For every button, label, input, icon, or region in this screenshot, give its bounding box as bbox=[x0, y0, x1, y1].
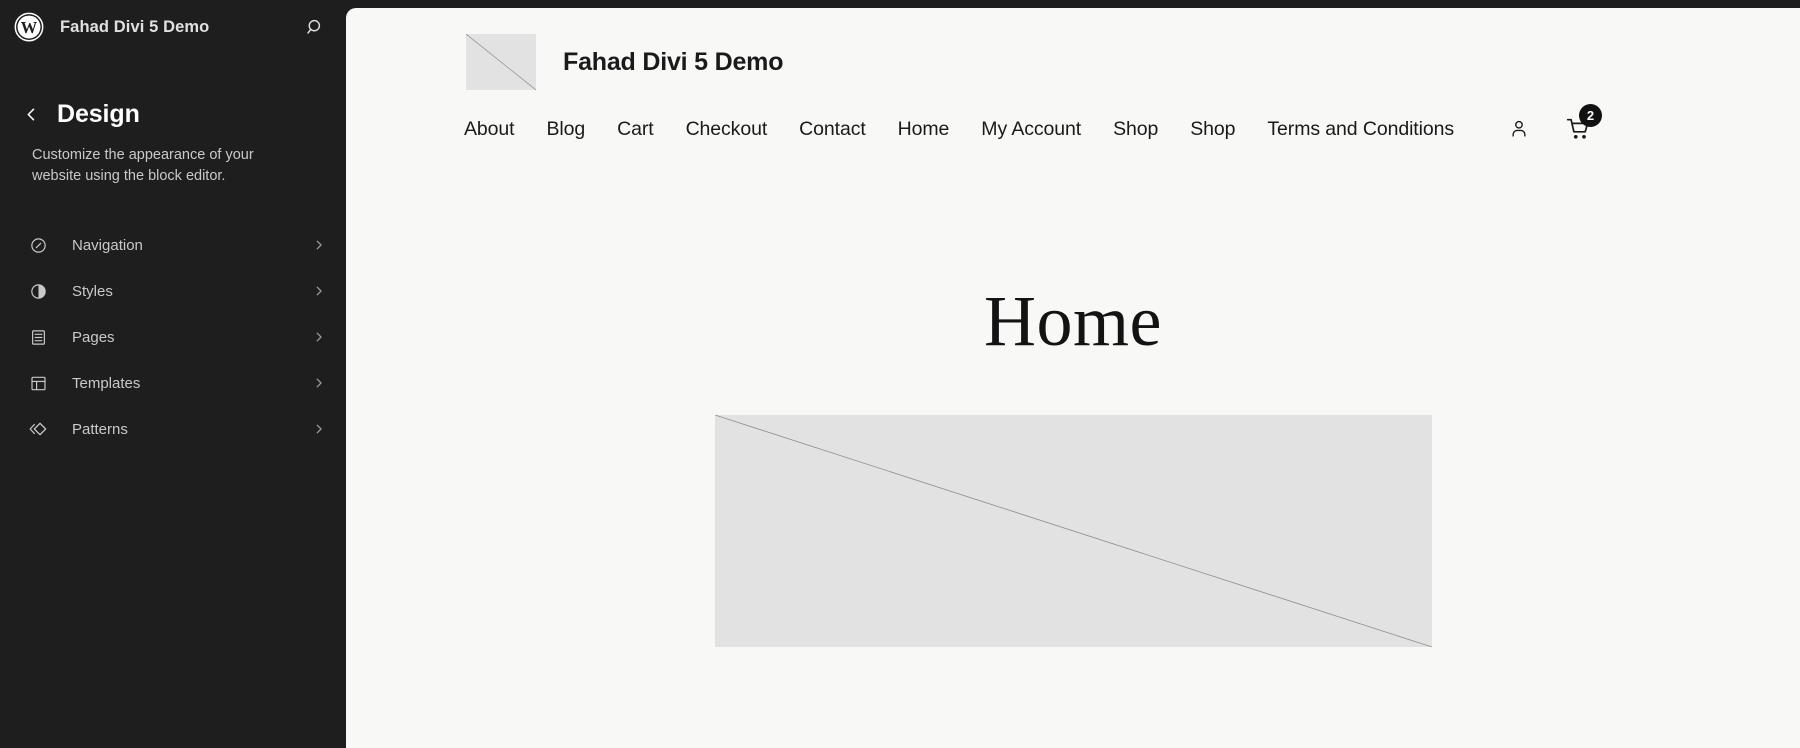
site-primary-menu: About Blog Cart Checkout Contact Home My… bbox=[464, 118, 1470, 141]
search-icon[interactable] bbox=[300, 12, 330, 42]
page-title: Design bbox=[57, 100, 140, 128]
chevron-left-icon[interactable] bbox=[18, 102, 44, 128]
chevron-right-icon bbox=[312, 281, 332, 301]
sidebar-item-navigation[interactable]: Navigation bbox=[26, 222, 332, 268]
menu-item-shop[interactable]: Shop bbox=[1097, 118, 1174, 141]
app-root: W Fahad Divi 5 Demo Design Customize the… bbox=[0, 0, 1800, 748]
menu-item-terms-and-conditions[interactable]: Terms and Conditions bbox=[1251, 118, 1470, 141]
sidebar-item-patterns[interactable]: Patterns bbox=[26, 406, 332, 452]
contrast-half-circle-icon bbox=[26, 279, 50, 303]
design-panel-header: Design bbox=[0, 54, 346, 129]
site-nav-row: About Blog Cart Checkout Contact Home My… bbox=[346, 90, 1800, 142]
sidebar-item-label: Styles bbox=[72, 282, 113, 300]
sidebar-item-templates[interactable]: Templates bbox=[26, 360, 332, 406]
preview-canvas-wrapper: Fahad Divi 5 Demo About Blog Cart Checko… bbox=[346, 0, 1800, 748]
wordpress-logo-icon[interactable]: W bbox=[14, 12, 44, 42]
cart-count-badge: 2 bbox=[1579, 104, 1602, 127]
sidebar-item-label: Patterns bbox=[72, 420, 128, 438]
design-panel-description: Customize the appearance of your website… bbox=[32, 147, 254, 184]
menu-item-home[interactable]: Home bbox=[882, 118, 966, 141]
brand-row: Fahad Divi 5 Demo bbox=[346, 34, 1800, 90]
site-brand-name: Fahad Divi 5 Demo bbox=[563, 47, 784, 76]
design-nav-list: Navigation Styles Pages Templates Patter… bbox=[0, 222, 346, 452]
sidebar-item-styles[interactable]: Styles bbox=[26, 268, 332, 314]
svg-text:W: W bbox=[21, 18, 38, 37]
menu-item-shop-2[interactable]: Shop bbox=[1174, 118, 1251, 141]
sidebar-item-label: Pages bbox=[72, 328, 115, 346]
chevron-right-icon bbox=[312, 373, 332, 393]
image-placeholder-icon bbox=[466, 34, 536, 90]
preview-page-title: Home bbox=[984, 281, 1162, 361]
menu-item-blog[interactable]: Blog bbox=[530, 118, 601, 141]
user-account-icon[interactable] bbox=[1508, 118, 1530, 140]
shopping-cart-icon[interactable]: 2 bbox=[1566, 104, 1602, 142]
patterns-diamond-icon bbox=[26, 417, 50, 441]
sidebar-site-title: Fahad Divi 5 Demo bbox=[60, 17, 210, 36]
page-document-icon bbox=[26, 325, 50, 349]
image-placeholder-icon bbox=[714, 415, 1432, 647]
menu-item-my-account[interactable]: My Account bbox=[965, 118, 1097, 141]
menu-item-contact[interactable]: Contact bbox=[783, 118, 882, 141]
layout-template-icon bbox=[26, 371, 50, 395]
sidebar-top-bar: W Fahad Divi 5 Demo bbox=[0, 0, 346, 54]
chevron-right-icon bbox=[312, 235, 332, 255]
site-preview-canvas[interactable]: Fahad Divi 5 Demo About Blog Cart Checko… bbox=[346, 8, 1800, 748]
compass-icon bbox=[26, 233, 50, 257]
menu-item-checkout[interactable]: Checkout bbox=[670, 118, 784, 141]
site-header: Fahad Divi 5 Demo About Blog Cart Checko… bbox=[346, 8, 1800, 142]
chevron-right-icon bbox=[312, 327, 332, 347]
sidebar-item-label: Navigation bbox=[72, 236, 143, 254]
chevron-right-icon bbox=[312, 419, 332, 439]
sidebar-item-pages[interactable]: Pages bbox=[26, 314, 332, 360]
menu-item-about[interactable]: About bbox=[464, 118, 530, 141]
header-icon-group: 2 bbox=[1508, 104, 1602, 142]
editor-sidebar: W Fahad Divi 5 Demo Design Customize the… bbox=[0, 0, 346, 748]
menu-item-cart[interactable]: Cart bbox=[601, 118, 669, 141]
sidebar-item-label: Templates bbox=[72, 374, 141, 392]
